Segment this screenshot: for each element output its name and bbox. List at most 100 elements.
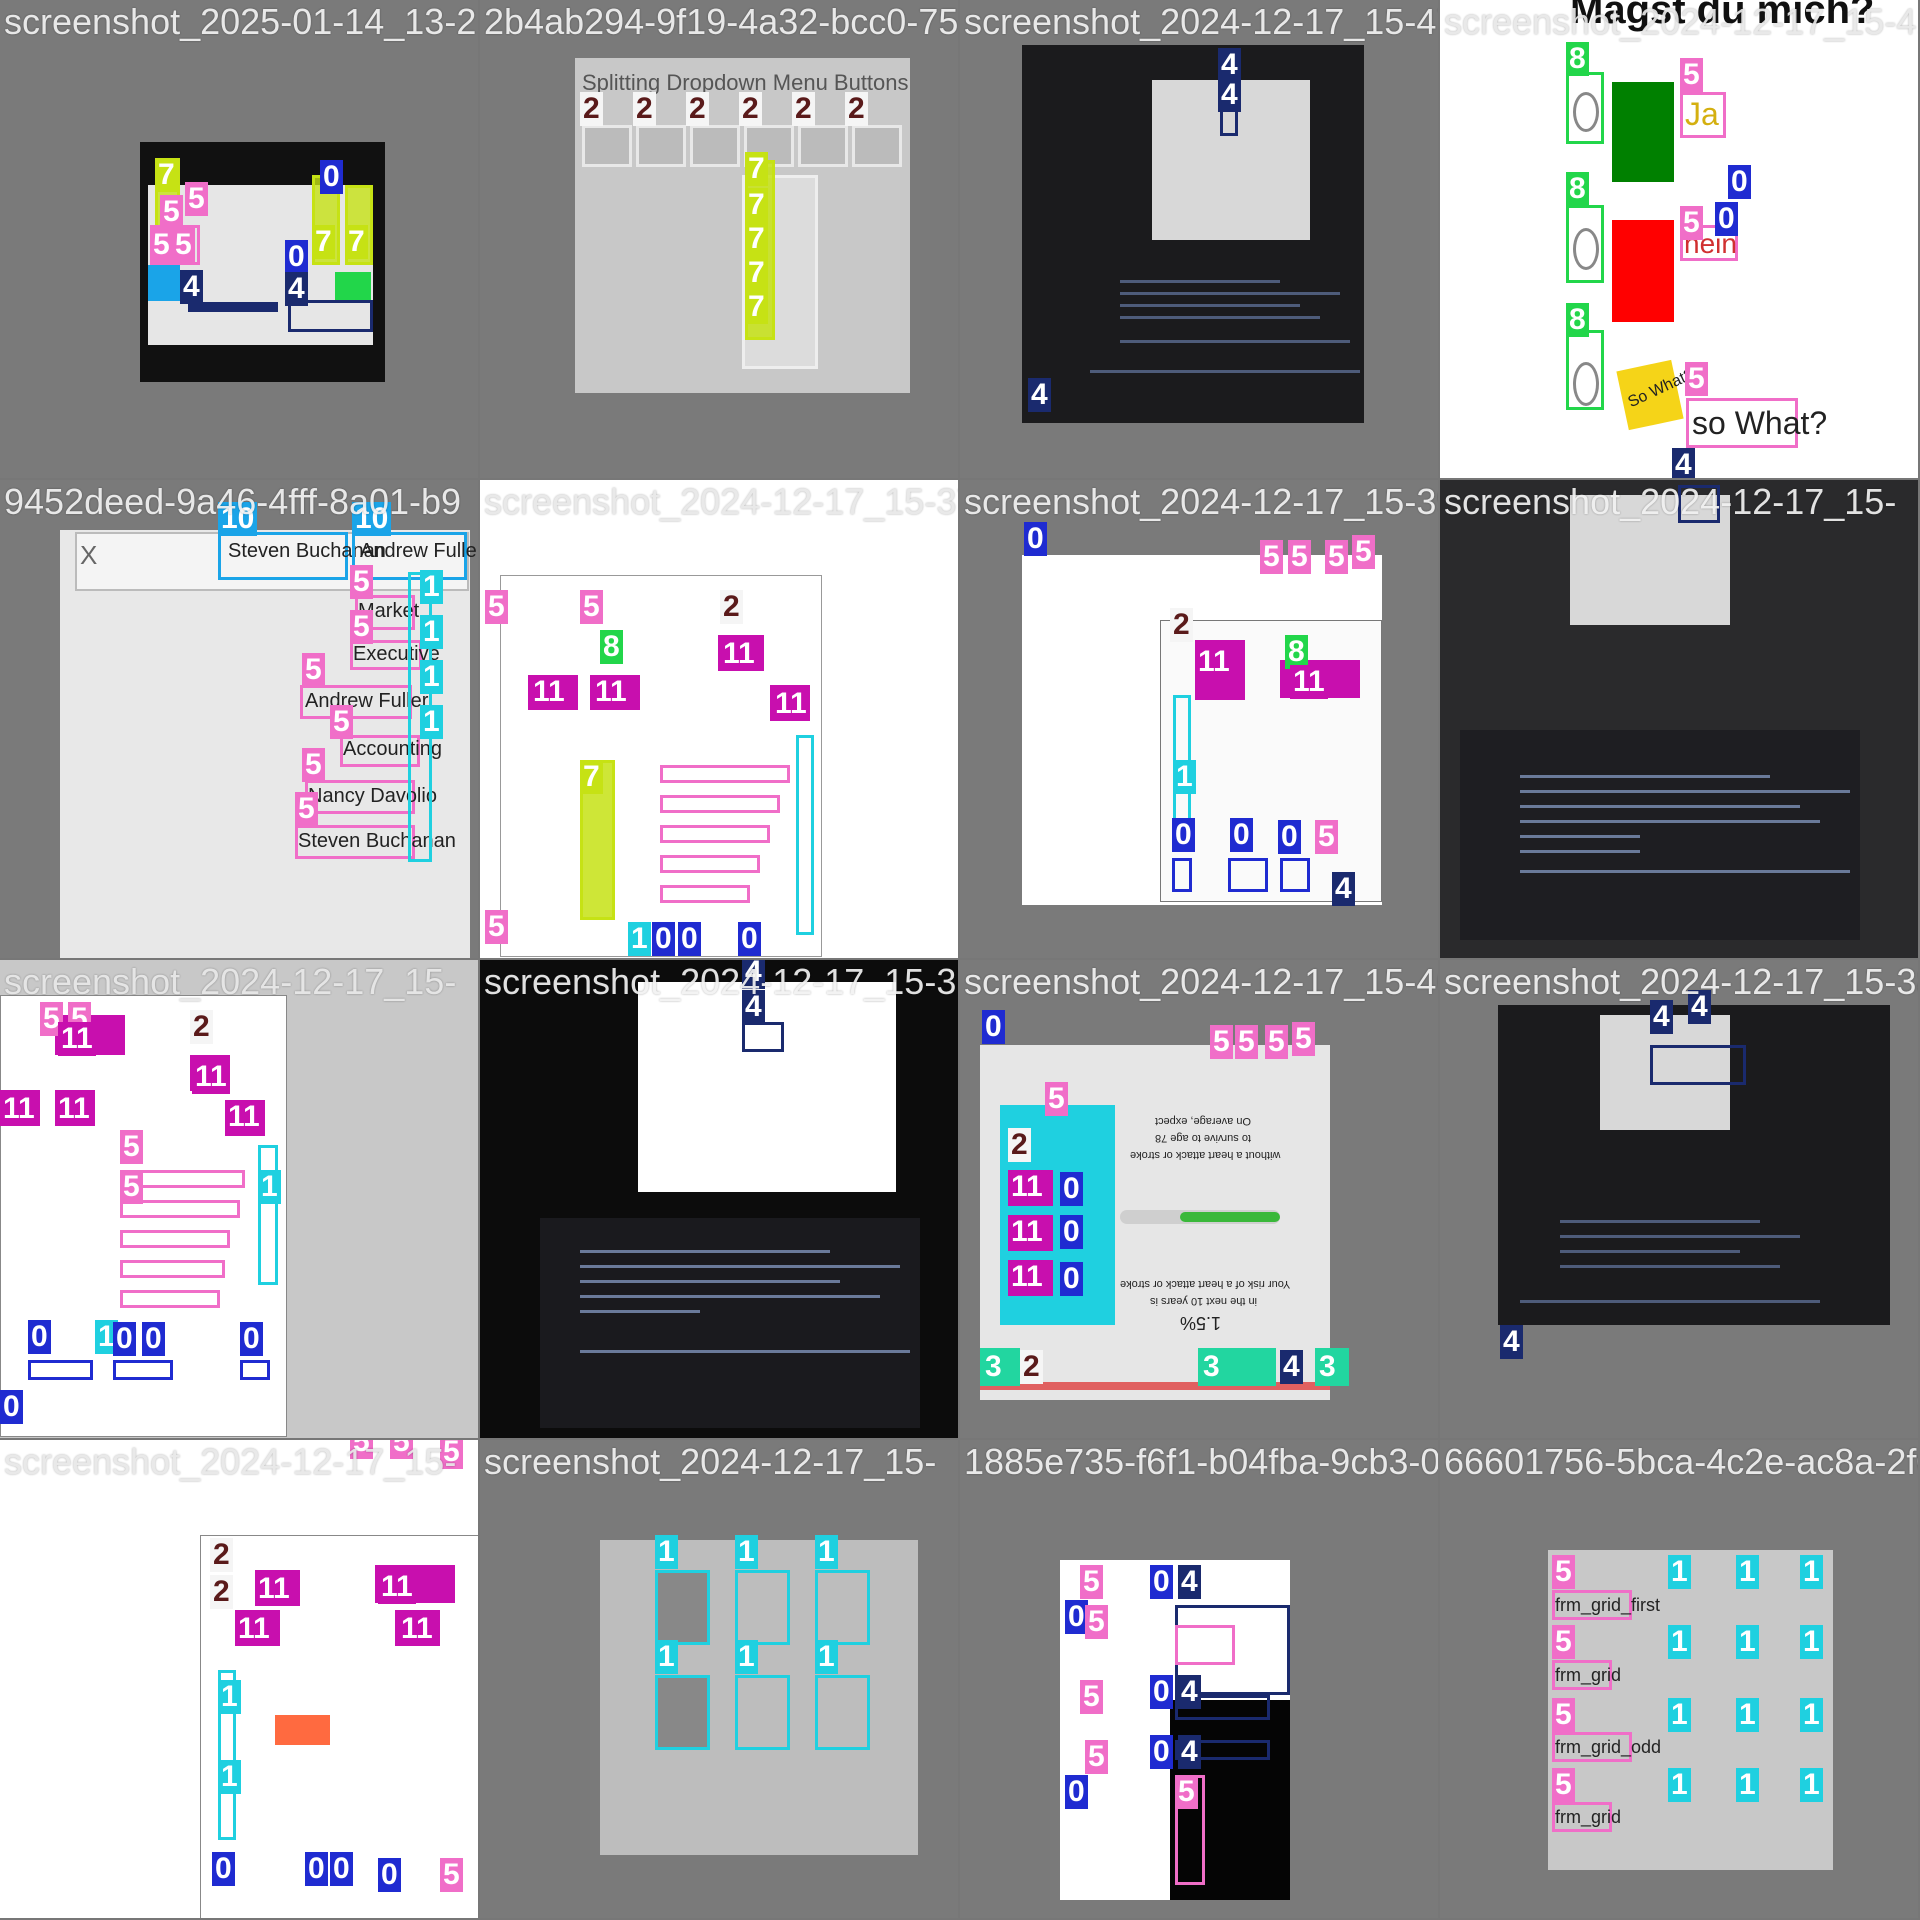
label-0: 0: [1060, 1215, 1083, 1249]
text-field[interactable]: [120, 1260, 225, 1278]
label-0: 0: [1060, 1262, 1083, 1296]
icon-button-x-filled[interactable]: [655, 1570, 710, 1645]
scroll-column[interactable]: [258, 1145, 278, 1285]
label-5: 5: [1680, 206, 1703, 240]
tile-title: screenshot_2024-12-17_15-: [4, 1441, 457, 1482]
label-5: 5: [1552, 1625, 1575, 1659]
button[interactable]: [113, 1360, 173, 1380]
label-11: 11: [1290, 665, 1328, 699]
country-list-button[interactable]: [690, 125, 740, 167]
label-5: 5: [1315, 820, 1338, 854]
blue-panel: [148, 265, 180, 301]
radio-circle[interactable]: [1573, 228, 1599, 270]
tile-title: 9452deed-9a46-4fff-8a01-b9: [4, 481, 462, 522]
tile-title: screenshot_2024-12-17_15-47-02.png: [964, 1, 1438, 42]
label-5: 5: [350, 565, 373, 599]
tile-10: screenshot_2024-12-17_15-37-46.png 4 4: [480, 960, 958, 1438]
label-5: 5: [440, 1858, 463, 1892]
label-5: 5: [1175, 1775, 1198, 1809]
label-5: 5: [160, 195, 183, 229]
code-line: [1560, 1265, 1780, 1268]
label-2: 2: [845, 92, 868, 126]
icon-button-blank[interactable]: [815, 1675, 870, 1750]
label-4: 4: [1650, 1000, 1673, 1034]
code-line: [1560, 1220, 1760, 1223]
label-0: 0: [285, 240, 308, 274]
button[interactable]: [1280, 858, 1310, 892]
tile-3: screenshot_2024-12-17_15-47-02.png 4 4 4: [960, 0, 1438, 478]
button[interactable]: [28, 1360, 93, 1380]
label-0: 0: [378, 1858, 401, 1892]
tile-title: screenshot_2024-12-17_15-: [4, 961, 457, 1002]
code-line: [1120, 340, 1350, 343]
country-list-button[interactable]: [852, 125, 902, 167]
ja-label: Ja: [1685, 96, 1719, 132]
icon-button-check-filled[interactable]: [655, 1675, 710, 1750]
label-2: 2: [739, 92, 762, 126]
text-field[interactable]: [120, 1230, 230, 1248]
label-4: 4: [1280, 1350, 1303, 1384]
label-0: 0: [142, 1322, 165, 1356]
label-1: 1: [218, 1680, 241, 1714]
label-1: 1: [258, 1170, 281, 1204]
label-11: 11: [1008, 1215, 1046, 1249]
label-5: 5: [185, 182, 208, 216]
text-field[interactable]: [660, 885, 750, 903]
label-11: 11: [720, 637, 758, 671]
detection-box-8: [335, 272, 371, 300]
label-5: 5: [1235, 1025, 1258, 1059]
code-line: [1520, 1300, 1820, 1303]
label-0: 0: [1060, 1172, 1083, 1206]
button[interactable]: [1172, 858, 1192, 892]
label-0: 0: [212, 1852, 235, 1886]
code-line: [1120, 280, 1280, 283]
icon-button-check-outline[interactable]: [735, 1675, 790, 1750]
button[interactable]: [240, 1360, 270, 1380]
scroll-column[interactable]: [796, 735, 814, 935]
text-field[interactable]: [1175, 1625, 1235, 1665]
tile-7: screenshot_2024-12-17_15-39-33.png 0 5 5…: [960, 480, 1438, 958]
text-field[interactable]: [660, 855, 760, 873]
label-7: 7: [745, 188, 768, 222]
icon-button-blank[interactable]: [815, 1570, 870, 1645]
risk-line: Your risk of a heart attack or stroke: [1120, 1278, 1291, 1290]
tile-title: 1885e735-f6f1-b04fba-9cb3-0d6860.png: [964, 1441, 1438, 1482]
label-7: 7: [155, 158, 178, 192]
tile-title: screenshot_2025-01-14_13-21-36.png: [4, 1, 478, 42]
label-5: 5: [1085, 1740, 1108, 1774]
label-8: 8: [1566, 303, 1589, 337]
tile-4: Magst du mich? screenshot_2024-12-17_15-…: [1440, 0, 1918, 478]
label-0: 0: [1065, 1775, 1088, 1809]
label-2: 2: [792, 92, 815, 126]
button[interactable]: [1228, 858, 1268, 892]
survival-slider-fill: [1180, 1212, 1280, 1222]
label-5: 5: [302, 653, 325, 687]
text-field[interactable]: [660, 825, 770, 843]
label-1: 1: [420, 615, 443, 649]
code-line: [1120, 316, 1320, 319]
designer-canvas: [638, 982, 896, 1192]
label-0: 0: [738, 922, 761, 956]
label-11: 11: [772, 687, 810, 721]
label-1: 1: [815, 1640, 838, 1674]
country-list-button[interactable]: [636, 125, 686, 167]
label-5: 5: [1085, 1605, 1108, 1639]
radio-circle[interactable]: [1573, 92, 1599, 132]
label-7: 7: [745, 290, 768, 324]
text-field[interactable]: [660, 795, 780, 813]
close-icon[interactable]: X: [80, 540, 97, 571]
icon-button-x-outline[interactable]: [735, 1570, 790, 1645]
country-list-button[interactable]: [582, 125, 632, 167]
country-list-button[interactable]: [798, 125, 848, 167]
text-field[interactable]: [120, 1290, 220, 1308]
label-1: 1: [1736, 1625, 1759, 1659]
orange-block: [275, 1715, 330, 1745]
label-4: 4: [1500, 1325, 1523, 1359]
radio-circle[interactable]: [1573, 362, 1599, 406]
label-0: 0: [1172, 818, 1195, 852]
label-7: 7: [580, 760, 603, 794]
label-0: 0: [1278, 820, 1301, 854]
label-5: 5: [150, 228, 173, 262]
result-line: without a heart attack or stroke: [1130, 1149, 1281, 1161]
text-field[interactable]: [660, 765, 790, 783]
